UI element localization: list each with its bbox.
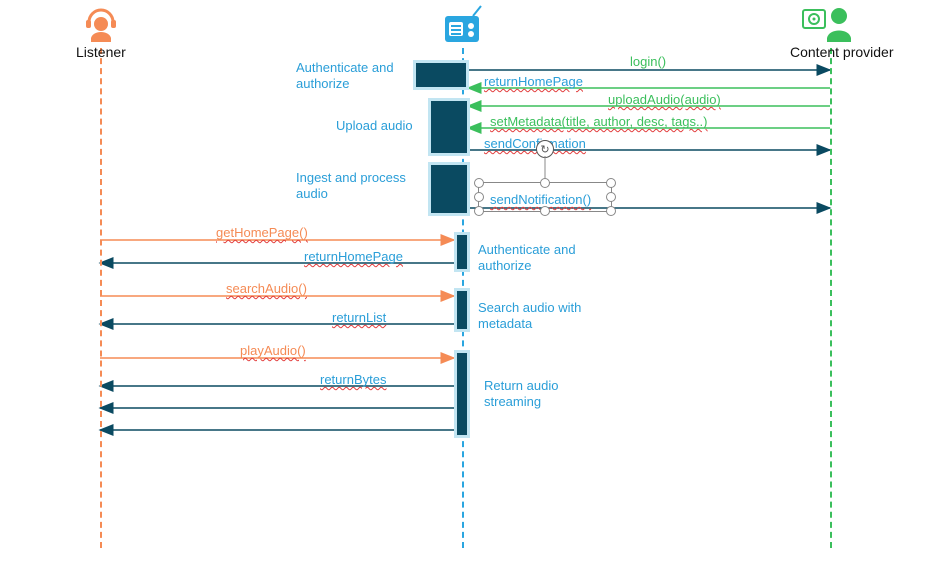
activation-stream <box>454 350 470 438</box>
activation-ingest <box>428 162 470 216</box>
msg-playAudio: playAudio() <box>240 343 306 358</box>
note-ingest: Ingest and processaudio <box>296 170 406 201</box>
msg-uploadAudio: uploadAudio(audio) <box>608 92 721 107</box>
activation-auth1 <box>413 60 469 90</box>
msg-sendConfirmation: sendConfirmation <box>484 136 586 151</box>
actor-listener-label: Listener <box>76 44 126 60</box>
lifeline-listener <box>100 48 102 548</box>
lifeline-provider <box>830 48 832 548</box>
msg-searchAudio: searchAudio() <box>226 281 307 296</box>
sel-handle-tl[interactable] <box>474 178 484 188</box>
msg-returnHomePage2: returnHomePage <box>304 249 403 264</box>
diagram-svg <box>0 0 940 564</box>
sel-handle-ml[interactable] <box>474 192 484 202</box>
sel-handle-bc[interactable] <box>540 206 550 216</box>
sel-handle-tr[interactable] <box>606 178 616 188</box>
activation-search <box>454 288 470 332</box>
msg-setMetadata: setMetadata(title, author, desc, tags..) <box>490 114 708 129</box>
sel-handle-tc[interactable] <box>540 178 550 188</box>
msg-returnList: returnList <box>332 310 386 325</box>
note-search: Search audio withmetadata <box>478 300 581 331</box>
note-stream: Return audiostreaming <box>484 378 558 409</box>
note-upload: Upload audio <box>336 118 413 134</box>
msg-getHomePage: getHomePage() <box>216 225 308 240</box>
note-auth2: Authenticate andauthorize <box>478 242 576 273</box>
note-auth1: Authenticate andauthorize <box>296 60 394 91</box>
msg-login: login() <box>630 54 666 69</box>
activation-auth2 <box>454 232 470 272</box>
sel-handle-br[interactable] <box>606 206 616 216</box>
activation-upload <box>428 98 470 156</box>
msg-returnBytes: returnBytes <box>320 372 386 387</box>
actor-provider-label: Content provider <box>790 44 894 60</box>
sel-handle-mr[interactable] <box>606 192 616 202</box>
sel-handle-bl[interactable] <box>474 206 484 216</box>
msg-returnHomePage1: returnHomePage <box>484 74 583 89</box>
